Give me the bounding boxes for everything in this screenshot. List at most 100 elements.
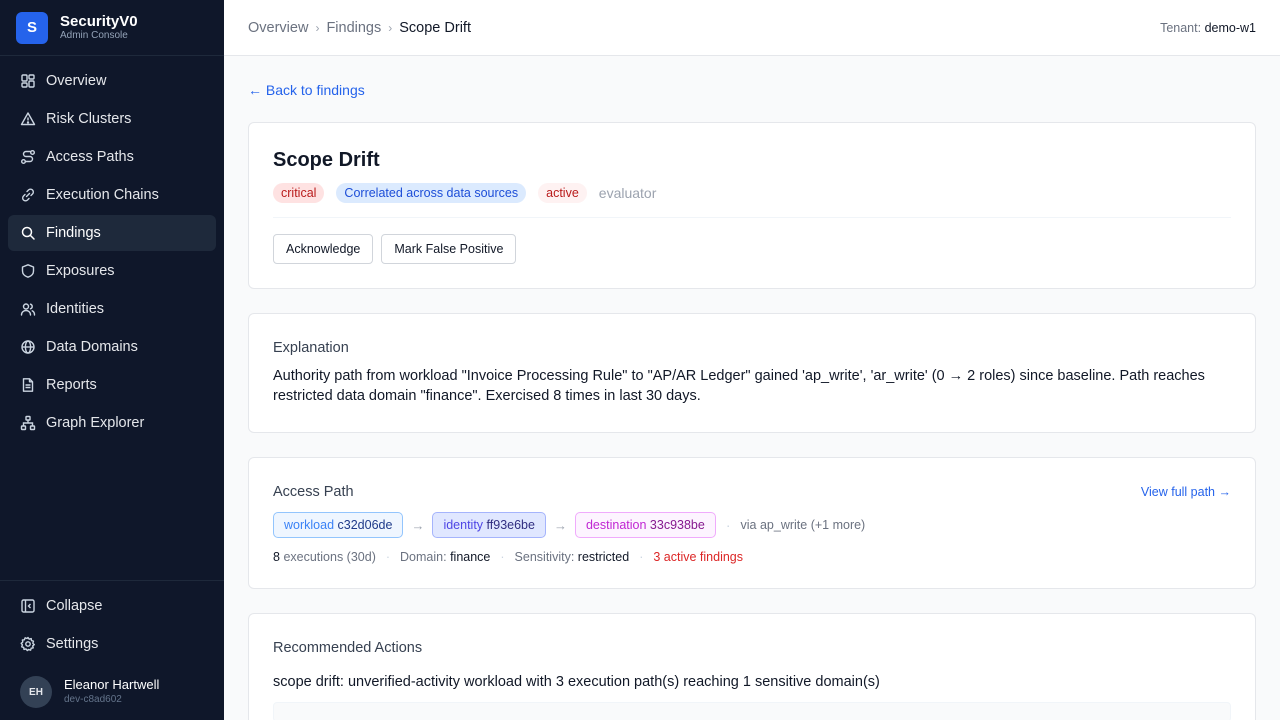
separator-dot: ·: [385, 550, 391, 564]
correlated-badge: Correlated across data sources: [336, 183, 527, 203]
settings-button[interactable]: Settings: [8, 626, 216, 662]
warning-triangle-icon: [20, 112, 36, 126]
brand-name: SecurityV0: [60, 12, 138, 30]
active-findings-link[interactable]: 3 active findings: [653, 550, 743, 564]
tenant-label: Tenant:: [1160, 20, 1202, 35]
execution-label: executions (30d): [283, 550, 376, 564]
route-icon: [21, 150, 35, 164]
sidebar-nav: Overview Risk Clusters Access Paths Exec…: [0, 56, 224, 580]
severity-badge: critical: [273, 183, 325, 203]
acknowledge-button[interactable]: Acknowledge: [273, 234, 374, 264]
sidebar-item-label: Overview: [46, 73, 107, 89]
breadcrumb-findings[interactable]: Findings: [326, 20, 381, 36]
recommended-actions-card: Recommended Actions scope drift: unverif…: [248, 613, 1256, 720]
breadcrumb-overview[interactable]: Overview: [248, 20, 308, 36]
sidebar-item-overview[interactable]: Overview: [8, 63, 216, 99]
document-icon: [22, 378, 34, 392]
sidebar-item-label: Execution Chains: [46, 187, 159, 203]
avatar: EH: [20, 676, 52, 708]
user-profile[interactable]: EH Eleanor Hartwell dev-c8ad602: [8, 664, 216, 720]
sidebar-footer: Collapse Settings EH Eleanor Hartwell de…: [0, 580, 224, 720]
collapse-label: Collapse: [46, 598, 103, 614]
node-kind: destination: [585, 518, 647, 532]
brand-logo: S: [16, 11, 48, 44]
workload-node[interactable]: workload c32d06de: [273, 512, 404, 538]
node-kind: workload: [284, 518, 335, 532]
domain-value: finance: [450, 550, 491, 564]
brand: S SecurityV0 Admin Console: [0, 0, 224, 56]
sidebar-item-exposures[interactable]: Exposures: [8, 253, 216, 289]
settings-label: Settings: [46, 636, 99, 652]
sidebar-item-label: Identities: [46, 301, 105, 317]
explanation-card: Explanation Authority path from workload…: [248, 313, 1256, 433]
sidebar-item-label: Findings: [46, 225, 101, 241]
execution-count: 8: [273, 550, 280, 564]
collapse-button[interactable]: Collapse: [8, 588, 216, 624]
recommended-title: Recommended Actions: [273, 640, 423, 656]
destination-node[interactable]: destination 33c938be: [574, 512, 716, 538]
globe-icon: [21, 340, 35, 354]
sidebar-item-label: Graph Explorer: [46, 415, 145, 431]
sidebar-item-access-paths[interactable]: Access Paths: [8, 139, 216, 175]
users-icon: [20, 303, 36, 316]
explanation-text: Authority path from workload "Invoice Pr…: [273, 368, 1205, 404]
node-id: ff93e6be: [486, 518, 535, 532]
sidebar-item-execution-chains[interactable]: Execution Chains: [8, 177, 216, 213]
finding-actions: Acknowledge Mark False Positive: [273, 218, 1231, 264]
sidebar-item-findings[interactable]: Findings: [8, 215, 216, 251]
back-to-findings-link[interactable]: ← Back to findings: [248, 82, 365, 98]
access-path-chain: workload c32d06de → identity ff93e6be → …: [273, 512, 1231, 538]
identity-node[interactable]: identity ff93e6be: [432, 512, 546, 538]
breadcrumb-separator: ›: [315, 20, 320, 35]
access-path-meta: 8 executions (30d) · Domain: finance · S…: [273, 550, 1231, 564]
finding-header-card: Scope Drift critical Correlated across d…: [248, 122, 1256, 289]
sidebar-item-label: Exposures: [46, 263, 115, 279]
access-path-card: Access Path View full path → workload c3…: [248, 457, 1256, 589]
sidebar-item-reports[interactable]: Reports: [8, 367, 216, 403]
tenant-value: demo-w1: [1204, 20, 1256, 35]
recommended-text: scope drift: unverified-activity workloa…: [273, 674, 880, 690]
top-bar: Overview › Findings › Scope Drift Tenant…: [224, 0, 1280, 56]
link-icon: [21, 188, 35, 202]
source-label: evaluator: [598, 185, 657, 201]
mark-false-positive-button[interactable]: Mark False Positive: [381, 234, 517, 264]
via-permissions: via ap_write (+1 more): [740, 518, 866, 532]
sidebar: S SecurityV0 Admin Console Overview Risk…: [0, 0, 224, 720]
sidebar-item-risk-clusters[interactable]: Risk Clusters: [8, 101, 216, 137]
separator-dot: ·: [725, 517, 731, 533]
sidebar-item-label: Risk Clusters: [46, 111, 132, 127]
arrow-right-icon: →: [553, 517, 567, 533]
view-full-path-link[interactable]: View full path →: [1141, 485, 1231, 499]
sidebar-item-data-domains[interactable]: Data Domains: [8, 329, 216, 365]
breadcrumb-current: Scope Drift: [399, 19, 471, 36]
recommended-action-box: [273, 702, 1231, 720]
sidebar-item-label: Data Domains: [46, 339, 138, 355]
graph-icon: [20, 415, 36, 431]
gear-icon: [20, 636, 35, 652]
grid-icon: [21, 74, 35, 88]
sensitivity-label: Sensitivity:: [514, 550, 575, 564]
user-name: Eleanor Hartwell: [64, 677, 160, 692]
sensitivity-value: restricted: [577, 550, 630, 564]
node-kind: identity: [443, 518, 484, 532]
sidebar-item-identities[interactable]: Identities: [8, 291, 216, 327]
search-icon: [21, 226, 35, 240]
collapse-icon: [21, 599, 35, 613]
content: ← Back to findings Scope Drift critical …: [224, 56, 1280, 720]
main-area: Overview › Findings › Scope Drift Tenant…: [224, 0, 1280, 720]
domain-label: Domain:: [400, 550, 447, 564]
status-badge: active: [538, 183, 587, 203]
breadcrumb: Overview › Findings › Scope Drift: [248, 20, 471, 36]
node-id: 33c938be: [649, 518, 705, 532]
tenant-indicator: Tenant: demo-w1: [1160, 21, 1256, 35]
finding-badges: critical Correlated across data sources …: [273, 183, 1231, 218]
brand-subtitle: Admin Console: [60, 29, 128, 41]
user-id: dev-c8ad602: [64, 694, 122, 705]
sidebar-item-graph-explorer[interactable]: Graph Explorer: [8, 405, 216, 441]
sidebar-item-label: Reports: [46, 377, 97, 393]
explanation-title: Explanation: [273, 340, 349, 356]
sidebar-item-label: Access Paths: [46, 149, 134, 165]
separator-dot: ·: [639, 550, 644, 564]
breadcrumb-separator: ›: [388, 20, 393, 35]
arrow-right-icon: →: [411, 517, 425, 533]
